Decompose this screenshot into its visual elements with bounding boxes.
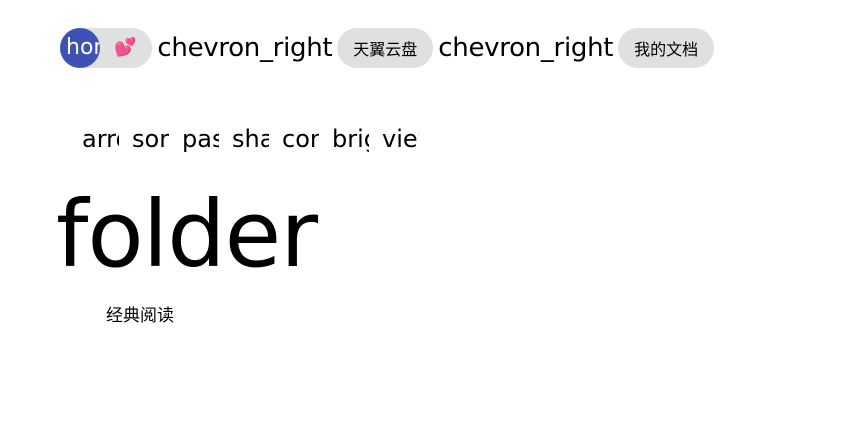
folder-name: 经典阅读 [106,306,174,326]
content-copy-icon[interactable]: content_copy [282,122,319,156]
chevron-right-icon: chevron_right [438,33,614,63]
share-icon[interactable]: share [232,122,269,156]
chevron-right-icon: chevron_right [157,33,333,63]
folder-item[interactable]: folder 经典阅读 [56,180,318,326]
home-chip[interactable]: home 💕 [60,28,153,68]
file-browser: home 💕 chevron_right 天翼云盘 chevron_right … [0,0,844,423]
toolbar: arrow_upward sort paste share content_co… [82,122,419,156]
breadcrumb: home 💕 chevron_right 天翼云盘 chevron_right … [60,28,715,68]
paste-icon[interactable]: paste [182,122,219,156]
breadcrumb-item-label: 我的文档 [634,40,699,59]
view-icon[interactable]: view [382,122,419,156]
brightness-icon[interactable]: brightness [332,122,369,156]
folder-icon: folder [56,181,318,288]
hearts-icon: 💕 [114,37,137,58]
home-icon: home [60,28,100,68]
breadcrumb-item-my-documents[interactable]: 我的文档 [618,28,715,68]
breadcrumb-item-label: 天翼云盘 [353,40,418,59]
arrow-upward-icon[interactable]: arrow_upward [82,122,119,156]
breadcrumb-item-tianyi-cloud[interactable]: 天翼云盘 [337,28,434,68]
sort-icon[interactable]: sort [132,122,169,156]
home-icon-text: home [66,35,100,60]
